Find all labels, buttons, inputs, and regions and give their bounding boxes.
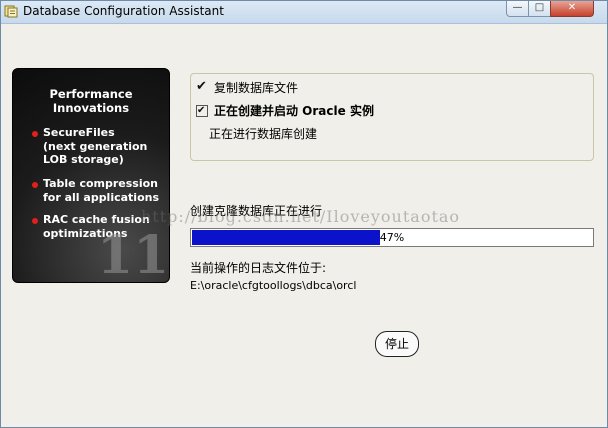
title-bar[interactable]: Database Configuration Assistant — □ ✕ [1,1,607,24]
logo-11g-text: 11g [97,225,169,279]
minimize-button[interactable]: — [506,1,529,17]
bullet-icon [32,182,38,188]
panel-title-line-1: Performance [49,87,133,101]
stop-button[interactable]: 停止 [375,331,419,357]
step-label: 复制数据库文件 [214,81,299,95]
maximize-button[interactable]: □ [528,1,551,17]
oracle-11g-logo: 11g [97,225,169,279]
feature-table-compression: Table compression for all applications [43,177,159,204]
panel-title: Performance Innovations [13,87,169,115]
maximize-icon: □ [534,2,545,13]
feature-line: (next generation [43,139,148,153]
window-title: Database Configuration Assistant [23,4,224,18]
close-icon: ✕ [567,2,577,13]
feature-line: SecureFiles [43,126,115,139]
step-label-active: 正在创建并启动 Oracle 实例 [214,104,374,118]
dbca-window: Database Configuration Assistant — □ ✕ P… [0,0,608,428]
oracle-promo-panel: Performance Innovations SecureFiles (nex… [12,68,170,283]
bullet-icon [32,131,38,137]
watermark-text: http://blog.csdn.net/Iloveyoutaotao [141,207,461,226]
feature-line: Table compression [43,177,158,190]
log-path: E:\oracle\cfgtoollogs\dbca\orcl [190,279,357,292]
steps-panel: ✔ 复制数据库文件 ✔ 正在创建并启动 Oracle 实例 正在进行数据库创建 [190,73,594,161]
feature-securefiles: SecureFiles (next generation LOB storage… [43,126,147,167]
close-button[interactable]: ✕ [550,1,594,17]
in-progress-check-icon: ✔ [196,105,208,117]
panel-title-line-2: Innovations [52,101,130,115]
step-status-text: 正在进行数据库创建 [209,127,318,141]
log-location-label: 当前操作的日志文件位于: [190,261,327,275]
progress-bar: 47% [190,228,594,247]
feature-line: for all applications [43,190,160,204]
app-icon [4,5,18,18]
bullet-icon [32,218,38,224]
checkmark-icon: ✔ [196,79,207,94]
feature-line: LOB storage) [43,153,124,166]
progress-percent: 47% [379,231,405,244]
minimize-icon: — [512,2,523,13]
